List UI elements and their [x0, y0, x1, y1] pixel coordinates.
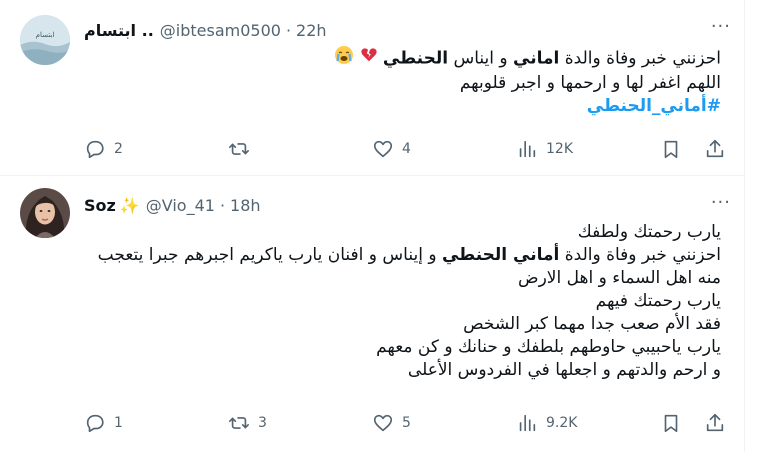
bold-text: اماني	[513, 48, 560, 69]
tweet-text: يارب رحمتك ولطفك احزنني خبر وفاة والدة أ…	[98, 221, 721, 382]
hashtag-link[interactable]: #أماني_الحنطي	[334, 95, 721, 118]
text-span: و إيناس و افنان يارب ياكريم اجبرهم جبرا …	[97, 245, 442, 265]
tweet-line: منه اهل السماء و اهل الارض	[518, 268, 721, 288]
timestamp[interactable]: 18h	[230, 196, 261, 215]
bookmark-icon	[664, 140, 678, 159]
share-upload-icon	[706, 139, 724, 158]
separator-dot: ·	[285, 21, 292, 40]
reply-bubble-icon	[86, 140, 104, 159]
tweet-header: Soz ✨ @Vio_41 · 18h	[84, 196, 261, 215]
user-handle[interactable]: @Vio_41	[146, 196, 215, 215]
share-button[interactable]	[704, 138, 734, 160]
tweet[interactable]: ابتسام ابتسام .. @ibtesam0500 · 22h ··· …	[0, 0, 745, 176]
reply-button[interactable]: 2	[84, 138, 123, 160]
tweet-line: و ارحم والدتهم و اجعلها في الفردوس الأعل…	[407, 360, 721, 380]
bold-text: أماني الحنطي	[441, 245, 560, 265]
views-button[interactable]: 12K	[516, 138, 573, 160]
broken-heart-icon	[360, 46, 378, 71]
more-dots-icon: ···	[710, 192, 731, 213]
reply-count: 2	[114, 141, 123, 157]
tweet-text: احزنني خبر وفاة والدة اماني و ايناس الحن…	[334, 45, 721, 118]
text-span: احزنني خبر وفاة والدة	[559, 48, 721, 69]
separator-dot: ·	[219, 196, 226, 215]
share-button[interactable]	[704, 412, 734, 434]
repost-count: 3	[258, 415, 267, 431]
display-name[interactable]: ابتسام ..	[84, 21, 154, 40]
avatar-image: ابتسام	[20, 15, 70, 65]
like-count: 4	[402, 141, 411, 157]
tweet-header: ابتسام .. @ibtesam0500 · 22h	[84, 21, 327, 40]
repost-button[interactable]	[228, 138, 258, 160]
reply-button[interactable]: 1	[84, 412, 123, 434]
views-bar-chart-icon	[519, 140, 536, 158]
share-upload-icon	[706, 413, 724, 432]
repost-arrows-icon	[229, 143, 249, 155]
heart-icon	[373, 140, 393, 158]
heart-icon	[373, 414, 393, 432]
views-button[interactable]: 9.2K	[516, 412, 577, 434]
timeline-feed: ابتسام ابتسام .. @ibtesam0500 · 22h ··· …	[0, 0, 745, 452]
user-handle[interactable]: @ibtesam0500	[160, 21, 281, 40]
avatar[interactable]: ابتسام	[20, 15, 70, 65]
tweet-actions: 1 3 5 9.2K	[84, 412, 734, 436]
repost-arrows-icon	[229, 417, 249, 429]
tweet-line: فقد الأم صعب جدا مهما كبر الشخص	[463, 314, 721, 334]
display-name[interactable]: Soz	[84, 196, 116, 215]
tweet-line: اللهم اغفر لها و ارحمها و اجبر قلوبهم	[459, 73, 721, 93]
view-count: 9.2K	[546, 415, 578, 431]
timestamp[interactable]: 22h	[296, 21, 327, 40]
reply-bubble-icon	[86, 414, 104, 433]
bold-text: الحنطي	[382, 48, 449, 69]
bookmark-icon	[664, 414, 678, 433]
tweet-line: احزنني خبر وفاة والدة اماني و ايناس الحن…	[334, 45, 721, 72]
tweet-line: يارب رحمتك فيهم	[595, 291, 721, 311]
tweet[interactable]: Soz ✨ @Vio_41 · 18h ··· يارب رحمتك ولطفك…	[0, 176, 745, 452]
like-count: 5	[402, 415, 411, 431]
svg-text:ابتسام: ابتسام	[36, 31, 55, 39]
more-options-button[interactable]: ···	[711, 16, 731, 37]
like-button[interactable]: 4	[372, 138, 411, 160]
more-dots-icon: ···	[710, 16, 731, 37]
tweet-actions: 2 4 12K	[84, 138, 734, 162]
repost-button[interactable]: 3	[228, 412, 267, 434]
text-span: و ايناس	[448, 48, 514, 69]
bookmark-button[interactable]	[660, 138, 690, 160]
crying-face-icon	[334, 45, 354, 72]
tweet-line: يارب ياحبيبي حاوطهم بلطفك و حنانك و كن م…	[376, 337, 721, 357]
more-options-button[interactable]: ···	[711, 192, 731, 213]
reply-count: 1	[114, 415, 123, 431]
tweet-line: يارب رحمتك ولطفك	[577, 222, 721, 242]
like-button[interactable]: 5	[372, 412, 411, 434]
avatar[interactable]	[20, 188, 70, 238]
views-bar-chart-icon	[519, 414, 536, 432]
bookmark-button[interactable]	[660, 412, 690, 434]
avatar-image	[20, 188, 70, 238]
sparkles-icon: ✨	[119, 196, 140, 215]
text-span: احزنني خبر وفاة والدة	[559, 245, 721, 265]
view-count: 12K	[546, 141, 573, 157]
tweet-line: احزنني خبر وفاة والدة أماني الحنطي و إين…	[98, 244, 721, 267]
